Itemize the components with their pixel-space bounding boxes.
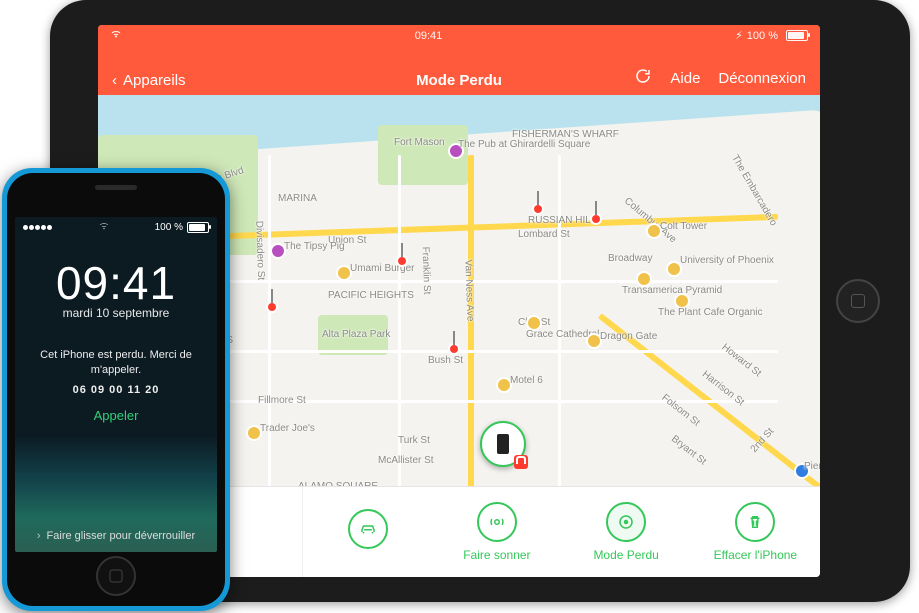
street-label: Franklin St	[420, 246, 433, 294]
trash-icon	[746, 513, 764, 531]
route-pin	[592, 215, 600, 223]
sound-icon	[488, 513, 506, 531]
poi-label: FISHERMAN'S WHARF	[512, 129, 619, 140]
poi-marker[interactable]	[528, 317, 540, 329]
signal-dots-icon	[23, 222, 53, 233]
wifi-icon	[98, 221, 110, 234]
play-sound-button[interactable]: Faire sonner	[432, 487, 561, 577]
directions-button[interactable]	[303, 487, 432, 577]
poi-label: Dragon Gate	[600, 331, 657, 342]
unlock-hint: Faire glisser pour déverrouiller	[47, 530, 196, 542]
route-pin	[450, 345, 458, 353]
street-label: Bush St	[428, 355, 463, 366]
help-button[interactable]: Aide	[670, 70, 700, 87]
device-location-marker[interactable]	[480, 421, 526, 467]
poi-marker[interactable]	[272, 245, 284, 257]
lost-message-line: Cet iPhone est perdu. Merci de	[33, 348, 199, 363]
erase-device-button[interactable]: Effacer l'iPhone	[691, 487, 820, 577]
ipad-home-button[interactable]	[836, 279, 880, 323]
poi-label: The Pub at Ghirardelli Square	[458, 139, 590, 150]
poi-label: The Tipsy Pig	[284, 241, 345, 252]
wifi-icon	[110, 29, 122, 42]
district-label: ALAMO SQUARE	[298, 481, 378, 486]
district-label: MARINA	[278, 193, 317, 204]
bolt-icon: ⚡︎	[735, 29, 743, 42]
poi-label: University of Phoenix	[680, 255, 774, 266]
ipad-battery-text: 100 %	[747, 30, 778, 42]
iphone-device-frame: 100 % 09:41 mardi 10 septembre Cet iPhon…	[2, 168, 230, 611]
district-label: RUSSIAN HILL	[528, 215, 596, 226]
battery-icon	[786, 30, 808, 41]
chevron-right-icon: ›	[37, 530, 41, 542]
street-label: McAllister St	[378, 455, 434, 466]
poi-marker[interactable]	[248, 427, 260, 439]
park-label: Alta Plaza Park	[322, 329, 390, 340]
poi-marker[interactable]	[638, 273, 650, 285]
iphone-status-bar: 100 %	[15, 217, 217, 238]
poi-label: Umami Burger	[350, 263, 414, 274]
refresh-button[interactable]	[634, 67, 652, 89]
call-button[interactable]: Appeler	[15, 408, 217, 423]
lost-message-line: m'appeler.	[33, 363, 199, 378]
poi-marker[interactable]	[668, 263, 680, 275]
battery-icon	[187, 222, 209, 233]
poi-marker[interactable]	[588, 335, 600, 347]
iphone-speaker	[95, 185, 137, 190]
park-label: Fort Mason	[394, 137, 445, 148]
action-label: Mode Perdu	[593, 548, 658, 562]
street-label: Fillmore St	[258, 395, 306, 406]
slide-to-unlock[interactable]: › Faire glisser pour déverrouiller	[15, 530, 217, 542]
poi-marker[interactable]	[676, 295, 688, 307]
lock-screen-clock: 09:41 mardi 10 septembre	[15, 256, 217, 320]
route-pin	[398, 257, 406, 265]
callback-number: 06 09 00 11 20	[33, 383, 199, 398]
street-label: Divisadero St	[253, 221, 266, 281]
street-label: Turk St	[398, 435, 430, 446]
poi-label: Pier 40	[804, 461, 820, 472]
clock-time: 09:41	[15, 256, 217, 310]
logout-button[interactable]: Déconnexion	[718, 70, 806, 87]
radar-icon	[617, 513, 635, 531]
lock-icon	[514, 455, 528, 469]
phone-icon	[497, 434, 509, 454]
action-label: Effacer l'iPhone	[714, 548, 797, 562]
route-pin	[534, 205, 542, 213]
poi-label: Trader Joe's	[260, 423, 315, 434]
street-label: Van Ness Ave	[462, 259, 475, 321]
poi-label: Motel 6	[510, 375, 543, 386]
iphone-battery-text: 100 %	[155, 222, 183, 233]
poi-label: Colt Tower	[660, 221, 707, 232]
lost-mode-button[interactable]: Mode Perdu	[562, 487, 691, 577]
action-label: Faire sonner	[463, 548, 530, 562]
district-label: PACIFIC HEIGHTS	[328, 290, 414, 301]
route-pin	[268, 303, 276, 311]
poi-marker[interactable]	[498, 379, 510, 391]
poi-marker[interactable]	[648, 225, 660, 237]
back-button[interactable]: Appareils	[123, 72, 186, 89]
chevron-left-icon[interactable]: ‹	[112, 72, 117, 89]
clock-date: mardi 10 septembre	[15, 306, 217, 320]
street-label: Broadway	[608, 253, 652, 264]
street-label: Lombard St	[518, 229, 570, 240]
app-header: 09:41 ⚡︎ 100 % ‹ Appareils Mode Perdu	[98, 25, 820, 95]
ipad-status-bar: 09:41 ⚡︎ 100 %	[98, 29, 820, 42]
iphone-lock-screen: 100 % 09:41 mardi 10 septembre Cet iPhon…	[15, 217, 217, 552]
poi-marker[interactable]	[338, 267, 350, 279]
poi-label: Transamerica Pyramid	[622, 285, 722, 296]
lost-mode-message: Cet iPhone est perdu. Merci de m'appeler…	[15, 348, 217, 398]
car-icon	[359, 520, 377, 538]
iphone-home-button[interactable]	[96, 556, 136, 596]
poi-label: The Plant Cafe Organic	[658, 307, 763, 318]
header-title: Mode Perdu	[343, 72, 574, 89]
ipad-status-time: 09:41	[415, 30, 443, 42]
